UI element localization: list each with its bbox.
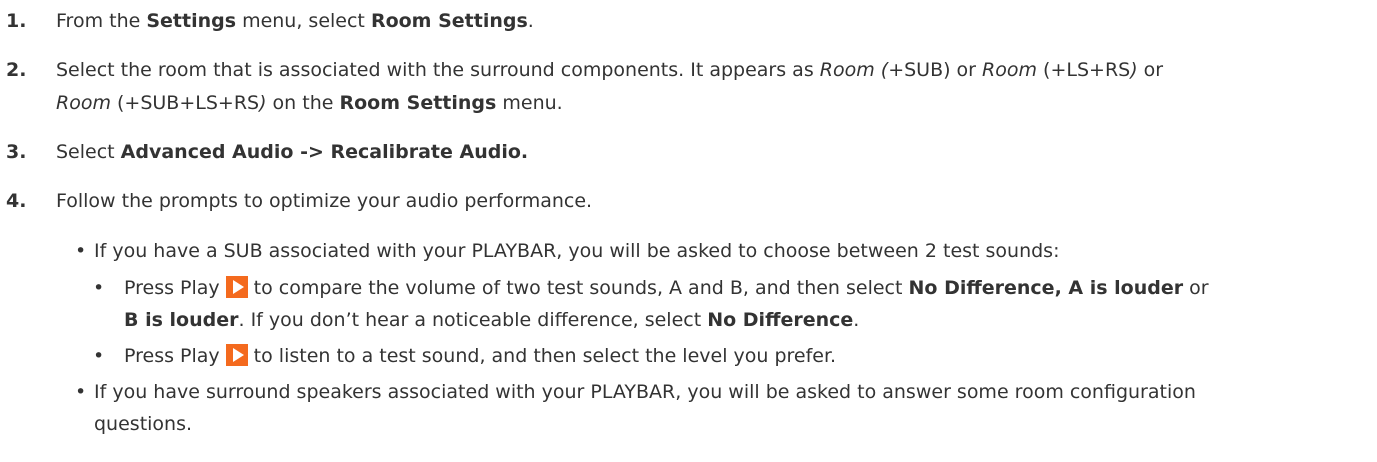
text-run: From the: [56, 10, 147, 32]
text-run: +SUB) or: [888, 59, 983, 81]
step-text: Select the room that is associated with …: [56, 56, 1337, 84]
bullet-text: If you have surround speakers associated…: [94, 381, 1196, 403]
menu-path: Advanced Audio -> Recalibrate Audio.: [120, 141, 529, 163]
play-icon: [225, 276, 248, 298]
step-number: 1.: [6, 10, 27, 32]
option-name: No Difference: [707, 309, 854, 331]
step-text: From the Settings menu, select Room Sett…: [56, 7, 1337, 35]
option-name: A is louder: [1068, 277, 1184, 299]
text-run: Press Play: [124, 277, 220, 299]
room-name: Room: [982, 59, 1038, 81]
text-run: .: [853, 309, 860, 331]
bullet-text: Press Play to compare the volume of two t…: [124, 274, 1337, 302]
text-run: or: [1183, 277, 1209, 299]
bullet-marker: •: [75, 381, 87, 403]
text-run: to listen to a test sound, and then sele…: [253, 345, 837, 367]
bullet-marker: •: [75, 240, 87, 262]
text-run: on the: [266, 92, 340, 114]
step-number: 2.: [6, 59, 27, 81]
text-run: menu, select: [236, 10, 371, 32]
text-run: to compare the volume of two test sounds…: [253, 277, 909, 299]
bullet-text: Press Play to listen to a test sound, and…: [124, 342, 1337, 370]
option-name: B is louder: [124, 309, 239, 331]
step-number: 3.: [6, 141, 27, 163]
step-text: Room (+SUB+LS+RS) on the Room Settings m…: [56, 89, 1337, 117]
text-run: or: [1137, 59, 1164, 81]
bullet-text: If you have a SUB associated with your P…: [94, 240, 1060, 262]
menu-name: Room Settings: [339, 92, 497, 114]
step-number: 4.: [6, 190, 27, 212]
room-name: Room (: [819, 59, 889, 81]
text-run: (+SUB+LS+RS: [110, 92, 260, 114]
text-run: menu.: [496, 92, 563, 114]
text-run: ,: [1054, 277, 1069, 299]
text-run: Press Play: [124, 345, 220, 367]
step-text: Select Advanced Audio -> Recalibrate Aud…: [56, 138, 1337, 166]
bullet-text: B is louder. If you don’t hear a noticea…: [124, 306, 1337, 334]
menu-name: Settings: [146, 10, 237, 32]
text-run: Select: [56, 141, 121, 163]
room-name: Room: [56, 92, 111, 114]
text-run: (+LS+RS: [1037, 59, 1131, 81]
play-icon: [225, 344, 248, 366]
bullet-text: questions.: [94, 413, 193, 435]
step-text: Follow the prompts to optimize your audi…: [56, 190, 593, 212]
text-run: ): [1130, 59, 1138, 81]
text-run: ): [259, 92, 267, 114]
text-run: Select the room that is associated with …: [56, 59, 820, 81]
bullet-marker: •: [93, 345, 105, 367]
instructions-document: 1. From the Settings menu, select Room S…: [0, 0, 1377, 462]
bullet-marker: •: [93, 277, 105, 299]
menu-name: Room Settings: [370, 10, 528, 32]
text-run: .: [527, 10, 534, 32]
option-name: No Difference: [908, 277, 1055, 299]
text-run: . If you don’t hear a noticeable differe…: [238, 309, 708, 331]
